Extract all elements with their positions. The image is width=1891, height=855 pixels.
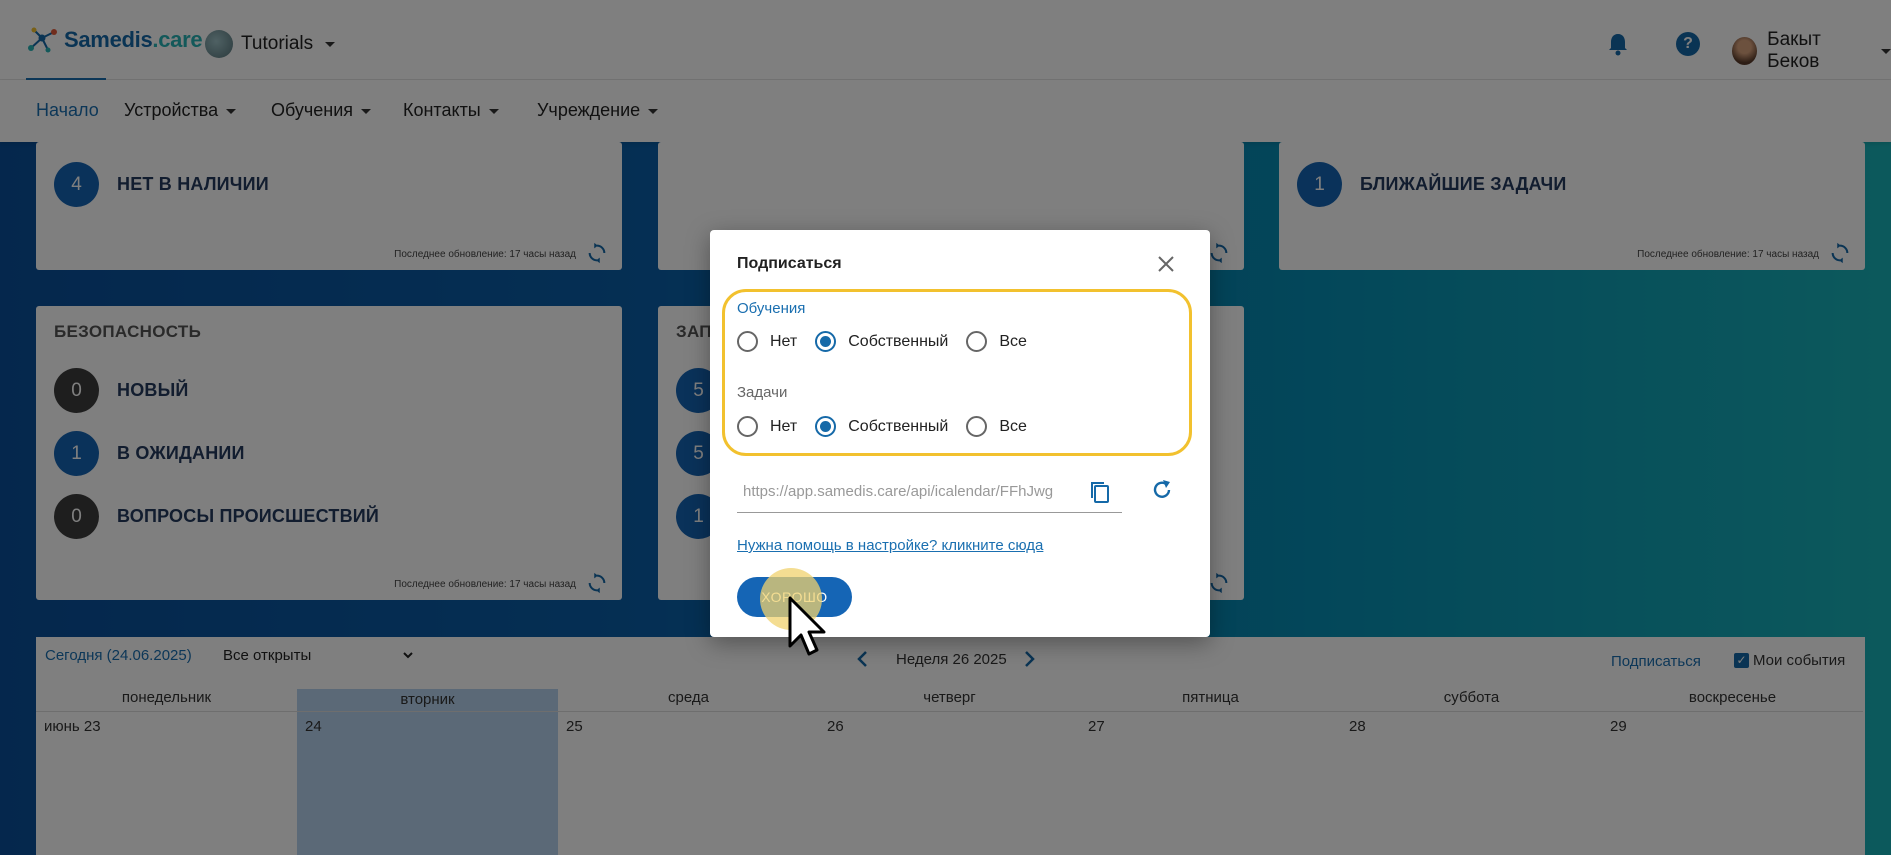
radio-label: Все (999, 332, 1027, 350)
trainings-radio-group: Нет Собственный Все (737, 331, 1045, 352)
tasks-radio-group: Нет Собственный Все (737, 416, 1045, 437)
tasks-group-label: Задачи (737, 384, 788, 401)
radio-label: Нет (770, 417, 798, 435)
radio-all[interactable]: Все (966, 331, 1027, 352)
dialog-title: Подписаться (737, 255, 842, 272)
calendar-url-field (737, 477, 1122, 513)
radio-label: Нет (770, 332, 798, 350)
radio-circle (815, 331, 837, 352)
radio-label: Собственный (848, 417, 949, 435)
radio-own[interactable]: Собственный (815, 416, 948, 437)
copy-icon[interactable] (1087, 480, 1113, 506)
radio-label: Собственный (848, 332, 949, 350)
radio-circle (737, 331, 758, 352)
radio-all[interactable]: Все (966, 416, 1027, 437)
help-link[interactable]: Нужна помощь в настройке? кликните сюда (737, 537, 1043, 554)
radio-circle (966, 416, 988, 437)
calendar-url-input[interactable] (737, 477, 1057, 505)
radio-circle (815, 416, 837, 437)
regenerate-icon[interactable] (1150, 478, 1174, 502)
trainings-group-label: Обучения (737, 300, 806, 317)
close-icon[interactable] (1155, 253, 1177, 275)
radio-circle (737, 416, 758, 437)
radio-none[interactable]: Нет (737, 331, 797, 352)
radio-none[interactable]: Нет (737, 416, 797, 437)
mouse-cursor-icon (788, 596, 826, 656)
radio-circle (966, 331, 988, 352)
radio-own[interactable]: Собственный (815, 331, 948, 352)
radio-label: Все (999, 417, 1027, 435)
